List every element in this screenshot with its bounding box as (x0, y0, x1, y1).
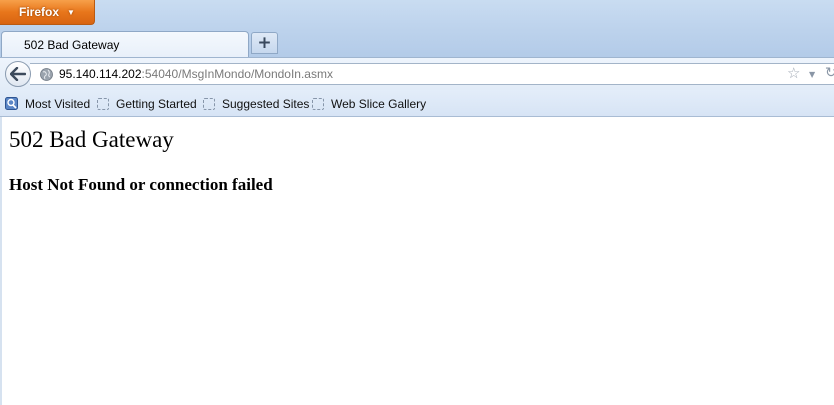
bookmark-placeholder-icon (97, 97, 109, 110)
most-visited-icon (5, 97, 18, 110)
back-arrow-icon (10, 67, 26, 81)
bookmark-placeholder-icon (312, 97, 324, 110)
bookmark-star-icon[interactable]: ☆ (787, 66, 800, 81)
bookmark-label: Web Slice Gallery (331, 96, 427, 111)
bookmark-suggested-sites[interactable]: Suggested Sites (203, 96, 309, 111)
url-bar[interactable]: 95.140.114.202:54040/MsgInMondo/MondoIn.… (30, 63, 834, 85)
new-tab-button[interactable]: + (251, 32, 278, 54)
tab-active[interactable]: 502 Bad Gateway (1, 31, 249, 57)
chevron-down-icon: ▼ (67, 7, 75, 17)
bookmark-web-slice-gallery[interactable]: Web Slice Gallery (312, 96, 426, 111)
window-left-border (0, 117, 2, 405)
reload-icon[interactable]: ↻ (825, 66, 834, 80)
url-text: 95.140.114.202:54040/MsgInMondo/MondoIn.… (59, 67, 333, 81)
url-path: :54040/MsgInMondo/MondoIn.asmx (141, 67, 333, 81)
bookmark-getting-started[interactable]: Getting Started (97, 96, 197, 111)
page-content: 502 Bad Gateway Host Not Found or connec… (0, 117, 834, 405)
history-dropdown-icon[interactable]: ▼ (809, 70, 815, 79)
firefox-menu-button[interactable]: Firefox ▼ (0, 0, 95, 25)
page-subheading: Host Not Found or connection failed (9, 175, 273, 194)
plus-icon: + (257, 32, 272, 53)
globe-icon (40, 68, 53, 81)
bookmarks-toolbar: Most Visited Getting Started Suggested S… (0, 90, 834, 117)
tab-title: 502 Bad Gateway (24, 37, 120, 52)
page-heading: 502 Bad Gateway (9, 127, 174, 152)
bookmark-most-visited[interactable]: Most Visited (5, 96, 90, 111)
url-host: 95.140.114.202 (59, 67, 142, 81)
navigation-bar: 95.140.114.202:54040/MsgInMondo/MondoIn.… (0, 57, 834, 90)
bookmark-label: Suggested Sites (222, 96, 310, 111)
firefox-menu-label: Firefox (19, 5, 60, 19)
title-bar: Firefox ▼ 502 Bad Gateway + (0, 0, 834, 57)
bookmark-label: Getting Started (116, 96, 197, 111)
back-button[interactable] (5, 61, 31, 87)
bookmark-label: Most Visited (25, 96, 91, 111)
bookmark-placeholder-icon (203, 97, 215, 110)
